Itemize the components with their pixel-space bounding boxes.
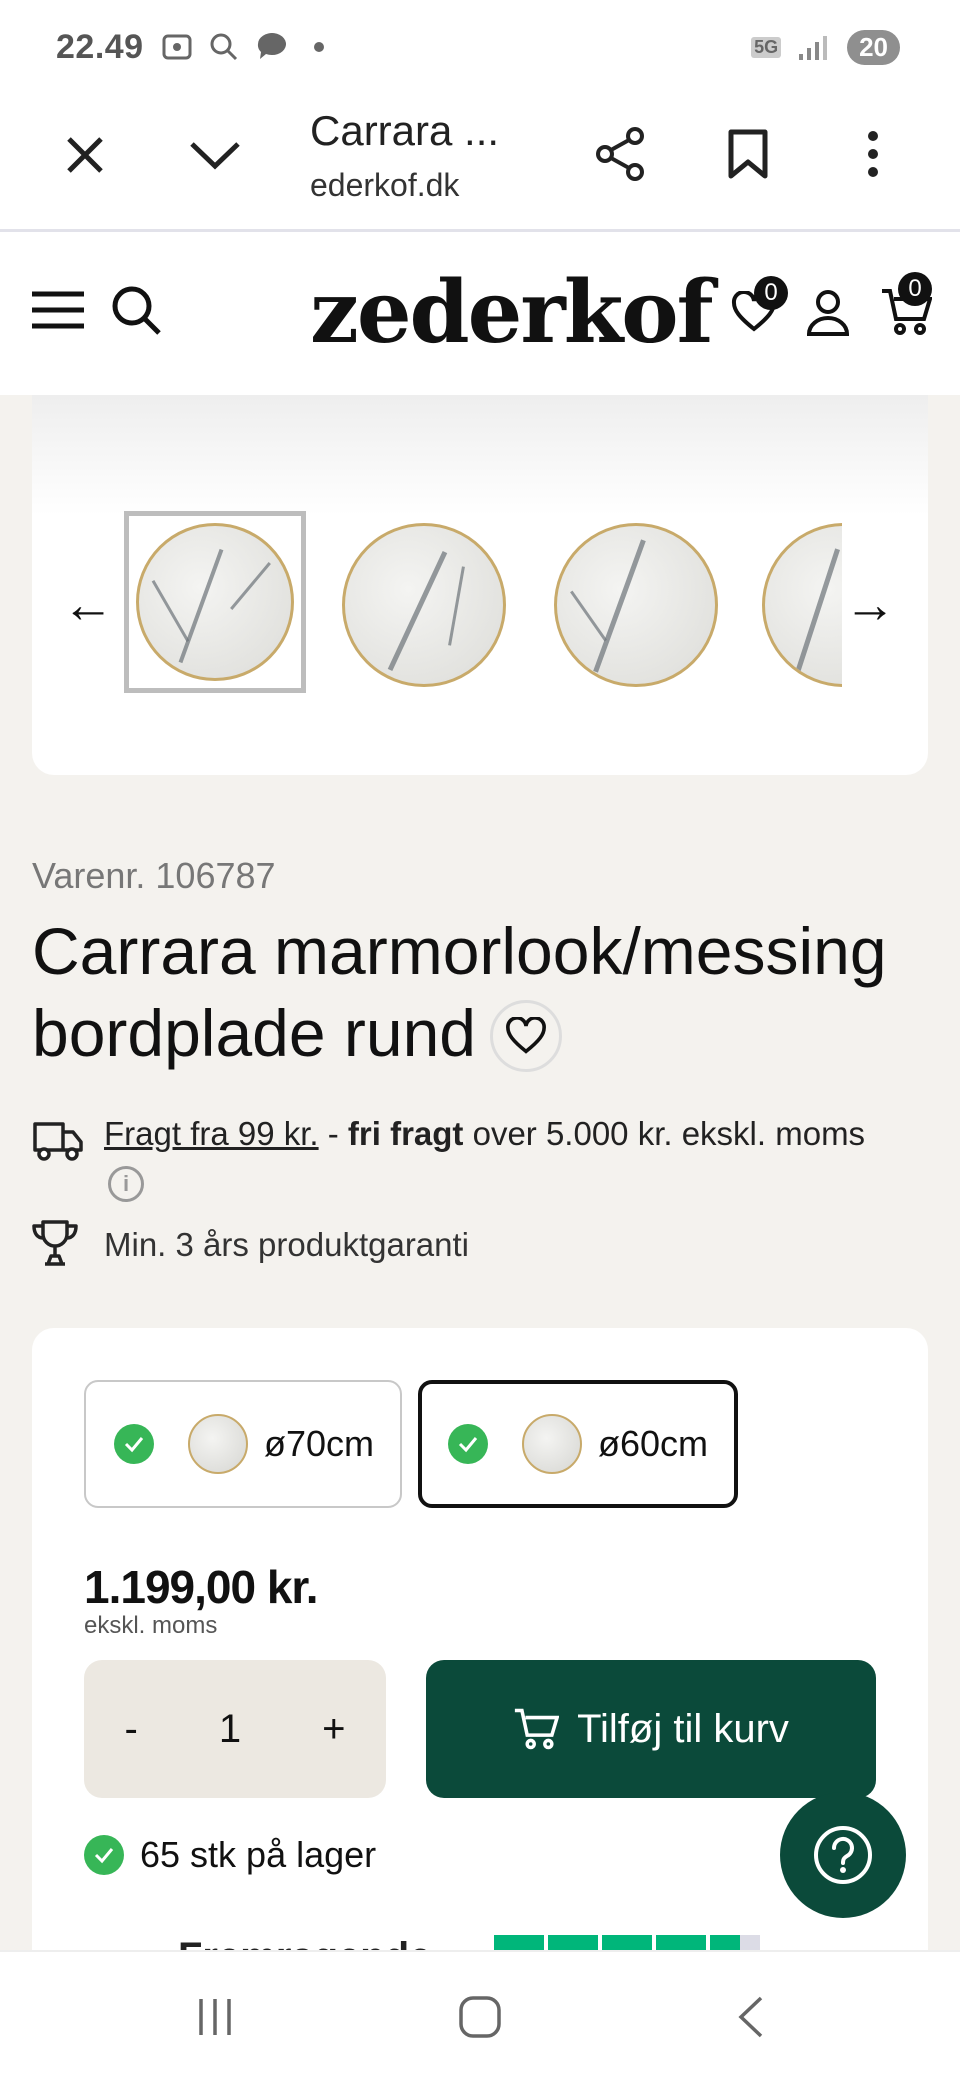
add-to-cart-label: Tilføj til kurv	[577, 1706, 789, 1751]
help-button[interactable]	[780, 1792, 906, 1918]
gallery-thumbnail-4-clip	[762, 523, 842, 687]
more-options-button[interactable]	[848, 123, 898, 185]
shipping-info: Fragt fra 99 kr. - fri fragt over 5.000 …	[104, 1115, 865, 1153]
signal-icon	[799, 35, 828, 60]
status-time: 22.49	[56, 28, 144, 66]
status-notification-icons	[160, 30, 324, 64]
dot-icon	[314, 42, 324, 52]
gallery-thumbnail-1[interactable]	[136, 523, 294, 681]
product-sku: Varenr. 106787	[32, 855, 276, 896]
stock-label: 65 stk på lager	[140, 1834, 377, 1875]
gallery-prev-arrow[interactable]: ←	[62, 575, 114, 635]
product-image-gallery: ← →	[32, 395, 928, 775]
minimize-button[interactable]	[180, 125, 250, 185]
variant-option-60cm[interactable]: ø60cm	[418, 1380, 738, 1508]
info-icon[interactable]: i	[108, 1166, 144, 1202]
wishlist-count-badge: 0	[754, 276, 788, 310]
share-icon	[596, 127, 644, 181]
variant-thumbnail	[188, 1414, 248, 1474]
product-title-line1: Carrara marmorlook/messing	[32, 914, 887, 988]
check-icon	[448, 1424, 488, 1464]
shipping-link[interactable]: Fragt fra 99 kr.	[104, 1115, 319, 1152]
chevron-down-icon	[190, 142, 240, 170]
menu-button[interactable]	[30, 282, 86, 338]
quantity-decrease-button[interactable]: -	[125, 1707, 138, 1752]
search-icon	[112, 286, 161, 335]
gallery-thumbnail-4[interactable]	[762, 523, 842, 687]
system-navigation-bar	[0, 1950, 960, 2080]
battery-indicator: 20	[847, 30, 900, 65]
heart-icon	[506, 1017, 546, 1054]
price-note: ekskl. moms	[84, 1612, 218, 1639]
stock-status: 65 stk på lager	[84, 1834, 376, 1876]
cart-button[interactable]: 0	[876, 272, 936, 340]
quantity-increase-button[interactable]: +	[322, 1707, 345, 1752]
status-system-icons: 5G 20	[751, 30, 900, 65]
shipping-separator: -	[318, 1115, 348, 1152]
check-icon	[84, 1835, 124, 1875]
variant-thumbnail	[522, 1414, 582, 1474]
free-shipping-label: fri fragt	[347, 1115, 464, 1152]
hamburger-icon	[32, 291, 84, 329]
variant-option-70cm[interactable]: ø70cm	[84, 1380, 402, 1508]
gallery-thumbnail-2[interactable]	[342, 523, 506, 687]
variant-label: ø70cm	[264, 1423, 375, 1464]
back-icon	[738, 1996, 763, 2038]
gallery-next-arrow[interactable]: →	[844, 575, 896, 635]
gallery-thumbnail-3[interactable]	[554, 523, 718, 687]
back-button[interactable]	[715, 1982, 785, 2052]
quantity-stepper: - 1 +	[84, 1660, 386, 1798]
user-icon	[806, 290, 850, 336]
add-to-wishlist-button[interactable]	[490, 1000, 562, 1072]
quantity-value[interactable]: 1	[219, 1707, 241, 1752]
recent-apps-icon	[199, 1999, 231, 2035]
warranty-info: Min. 3 års produktgaranti	[104, 1226, 470, 1263]
variant-label: ø60cm	[598, 1423, 709, 1464]
status-bar: 22.49 5G 20	[0, 0, 960, 95]
more-vertical-icon	[868, 131, 878, 177]
question-icon	[814, 1826, 872, 1884]
truck-icon	[32, 1118, 84, 1167]
home-icon	[459, 1996, 501, 2038]
product-title: Carrara marmorlook/messing bordplade run…	[32, 910, 932, 1074]
account-button[interactable]	[800, 284, 856, 340]
screenshot-icon	[162, 34, 192, 60]
site-logo[interactable]: zederkof	[310, 262, 714, 363]
recent-apps-button[interactable]	[180, 1982, 250, 2052]
network-label: 5G	[751, 37, 782, 58]
chat-icon	[257, 33, 286, 59]
shipping-rest: over 5.000 kr. ekskl. moms	[463, 1115, 866, 1152]
share-button[interactable]	[590, 123, 652, 185]
product-price: 1.199,00 kr.	[84, 1561, 319, 1613]
wishlist-button[interactable]: 0	[726, 276, 788, 340]
search-status-icon	[210, 33, 238, 61]
main-image-bottom	[32, 395, 928, 515]
close-icon	[67, 137, 103, 173]
search-button[interactable]	[108, 282, 164, 338]
add-to-cart-button[interactable]: Tilføj til kurv	[426, 1660, 876, 1798]
bookmark-button[interactable]	[720, 123, 776, 185]
home-button[interactable]	[445, 1982, 515, 2052]
url-display[interactable]: ederkof.dk	[310, 167, 459, 204]
product-title-line2: bordplade rund	[32, 996, 477, 1070]
page-title: Carrara ...	[310, 107, 500, 154]
site-header: zederkof 0 0	[0, 232, 960, 395]
cart-icon	[514, 1708, 560, 1750]
close-tab-button[interactable]	[55, 125, 115, 185]
browser-toolbar: Carrara ... ederkof.dk	[0, 95, 960, 232]
trophy-icon	[30, 1218, 80, 1273]
bookmark-icon	[728, 129, 768, 179]
cart-count-badge: 0	[898, 272, 932, 306]
check-icon	[114, 1424, 154, 1464]
